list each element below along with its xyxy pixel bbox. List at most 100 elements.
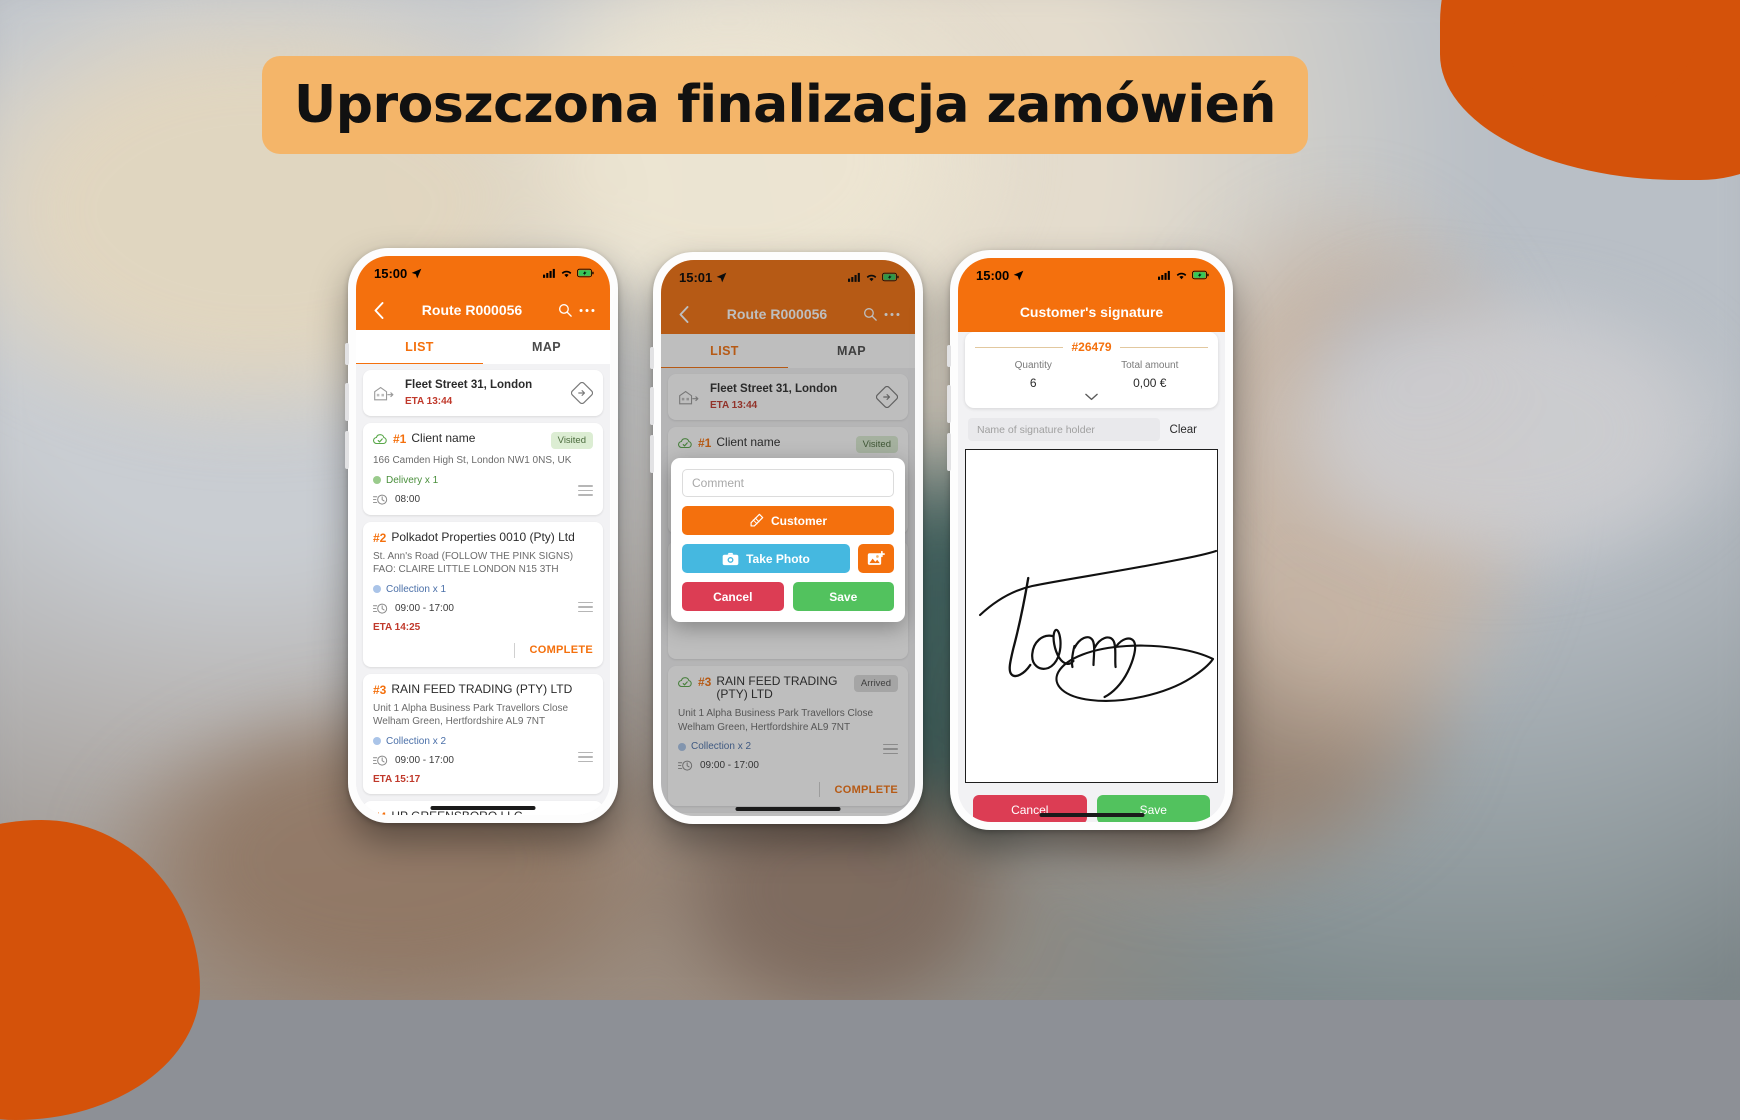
- headline-banner: Uproszczona finalizacja zamówień: [262, 56, 1308, 154]
- phone3-action-buttons: Cancel Save: [965, 795, 1218, 822]
- phone1-home-indicator: [430, 806, 536, 810]
- phone1-stop1-drag-handle[interactable]: [578, 485, 593, 496]
- signature-save-button[interactable]: Save: [1096, 795, 1210, 822]
- modal-save-button[interactable]: Save: [792, 582, 894, 611]
- phone2-complete-modal: Customer Take Photo: [671, 458, 905, 622]
- customer-signature-button[interactable]: Customer: [682, 506, 894, 535]
- phone3-status-time-group: 15:00: [976, 268, 1024, 283]
- phone1-more-button[interactable]: [576, 308, 598, 313]
- phone1-stop-card-1[interactable]: #1 Client name Visited 166 Camden High S…: [363, 423, 603, 515]
- phone1-tab-list[interactable]: LIST: [356, 330, 483, 365]
- phone1-stop2-action-divider: [514, 642, 516, 658]
- comment-input[interactable]: [682, 469, 894, 497]
- phone2-screen: 15:01 Route R000056 LIST MAP Fleet Stree…: [661, 260, 915, 816]
- clock-window-icon: [373, 494, 388, 505]
- phone1-stop-list[interactable]: Fleet Street 31, London ETA 13:44 #1 Cli…: [356, 364, 610, 815]
- phone1-route-title: Route R000056: [421, 302, 523, 318]
- phone1-stop2-complete-button[interactable]: COMPLETE: [529, 644, 593, 656]
- signature-cancel-button[interactable]: Cancel: [973, 795, 1087, 822]
- phone1-depot-card[interactable]: Fleet Street 31, London ETA 13:44: [363, 370, 603, 416]
- collection-dot-icon: [373, 585, 381, 593]
- phone3-status-icons: [1158, 270, 1209, 280]
- signature-canvas[interactable]: [965, 449, 1218, 783]
- phone1-stop1-head: #1 Client name Visited: [373, 431, 593, 449]
- phone1-stop2-type: Collection x 1: [373, 584, 593, 595]
- cloud-synced-icon: [373, 434, 387, 445]
- phone-2: 15:01 Route R000056 LIST MAP Fleet Stree…: [650, 252, 923, 824]
- phone1-back-button[interactable]: [368, 301, 390, 319]
- phone1-stop2-number: #2: [373, 530, 387, 545]
- customer-signature-label: Customer: [770, 513, 827, 528]
- signature-pen-icon: [750, 513, 764, 527]
- delivery-dot-icon: [373, 476, 381, 484]
- phone2-side-button-vol-up: [650, 387, 654, 425]
- modal-cancel-button[interactable]: Cancel: [682, 582, 784, 611]
- phone1-stop1-name: Client name: [411, 431, 476, 445]
- phone1-tab-map[interactable]: MAP: [483, 330, 610, 364]
- phone1-tabs: LIST MAP: [356, 330, 610, 365]
- phone1-depot-info: Fleet Street 31, London ETA 13:44: [405, 379, 561, 407]
- phone3-screen-title: Customer's signature: [1019, 304, 1164, 320]
- phone3-signature-body: #26479 Quantity 6 Total amount 0,00 € Na…: [958, 332, 1225, 822]
- phone1-status-time-group: 15:00: [374, 266, 422, 281]
- phone1-stop3-drag-handle[interactable]: [578, 751, 593, 763]
- navigate-diamond-icon[interactable]: [571, 382, 593, 404]
- phone1-stop4-head: #4 HP GREENSBORO LLC: [373, 809, 593, 816]
- phone3-home-indicator: [1039, 813, 1144, 817]
- phone3-side-button-vol-down: [947, 433, 951, 471]
- phone1-stop3-name: RAIN FEED TRADING (PTY) LTD: [391, 681, 573, 696]
- phone1-stop3-time-label: 09:00 - 17:00: [395, 754, 454, 766]
- phone2-home-indicator: [735, 807, 841, 811]
- phone3-side-button-vol-up: [947, 385, 951, 423]
- add-gallery-image-button[interactable]: [858, 544, 894, 573]
- phone1-stop2-time-label: 09:00 - 17:00: [395, 602, 454, 614]
- clock-window-icon: [373, 603, 388, 614]
- phone1-depot-name: Fleet Street 31, London: [405, 379, 533, 391]
- phone1-side-button-mute: [345, 343, 349, 365]
- expand-summary-button[interactable]: [975, 392, 1208, 404]
- clear-signature-button[interactable]: Clear: [1170, 424, 1215, 436]
- phone3-screen: 15:00 Customer's signature #26479 Quanti…: [958, 258, 1225, 822]
- camera-icon: [722, 552, 739, 565]
- phone1-stop3-eta: ETA 15:17: [373, 773, 421, 785]
- cellular-signal-icon: [543, 268, 555, 278]
- wifi-icon: [1176, 272, 1187, 280]
- phone1-stop1-time-label: 08:00: [395, 493, 421, 505]
- order-number-row: #26479: [975, 340, 1209, 354]
- signature-holder-input[interactable]: Name of signature holder: [968, 418, 1160, 441]
- more-options-icon: [579, 308, 595, 312]
- phone1-screen: 15:00 Route R000056 LIST MAP Fleet Stree…: [356, 256, 610, 815]
- phone1-stop2-address: St. Ann's Road (FOLLOW THE PINK SIGNS) F…: [373, 550, 574, 576]
- phone1-stop3-head: #3 RAIN FEED TRADING (PTY) LTD: [373, 681, 593, 697]
- phone1-status-time: 15:00: [374, 265, 408, 281]
- phone1-stop2-drag-handle[interactable]: [578, 601, 593, 613]
- clock-window-icon: [373, 755, 388, 766]
- chevron-down-icon: [1085, 393, 1098, 401]
- phone1-stop2-actions: COMPLETE: [373, 642, 593, 658]
- order-rule-left: [975, 346, 1064, 348]
- phone1-stop3-type: Collection x 2: [373, 736, 593, 747]
- phone3-status-bar: 15:00: [958, 258, 1225, 292]
- phone2-photo-row: Take Photo: [682, 544, 894, 573]
- quantity-label: Quantity: [1014, 360, 1052, 371]
- order-number: #26479: [1071, 340, 1112, 354]
- phone1-depot-eta: ETA 13:44: [405, 396, 453, 407]
- phone1-search-button[interactable]: [554, 303, 576, 317]
- phone1-nav-bar: Route R000056: [356, 290, 610, 330]
- phone2-side-button-mute: [650, 347, 654, 369]
- search-icon: [559, 304, 572, 317]
- phone1-side-button-vol-down: [345, 431, 349, 469]
- battery-charging-icon: [1192, 270, 1209, 280]
- phone1-stop1-number: #1: [393, 432, 407, 446]
- phone1-stop-card-3[interactable]: #3 RAIN FEED TRADING (PTY) LTD Unit 1 Al…: [363, 673, 603, 794]
- phone1-stop4-number: #4: [373, 810, 386, 816]
- phone3-side-button-mute: [947, 345, 951, 367]
- collection-dot-icon: [373, 737, 381, 745]
- phone1-stop1-type-label: Delivery x 1: [386, 474, 439, 486]
- warehouse-depart-icon: [374, 386, 394, 401]
- phone-3: 15:00 Customer's signature #26479 Quanti…: [947, 250, 1233, 830]
- phone1-stop-card-2[interactable]: #2 Polkadot Properties 0010 (Pty) Ltd St…: [363, 521, 603, 667]
- take-photo-button[interactable]: Take Photo: [682, 544, 850, 573]
- take-photo-label: Take Photo: [746, 551, 810, 566]
- signature-holder-row: Name of signature holder Clear: [965, 418, 1218, 441]
